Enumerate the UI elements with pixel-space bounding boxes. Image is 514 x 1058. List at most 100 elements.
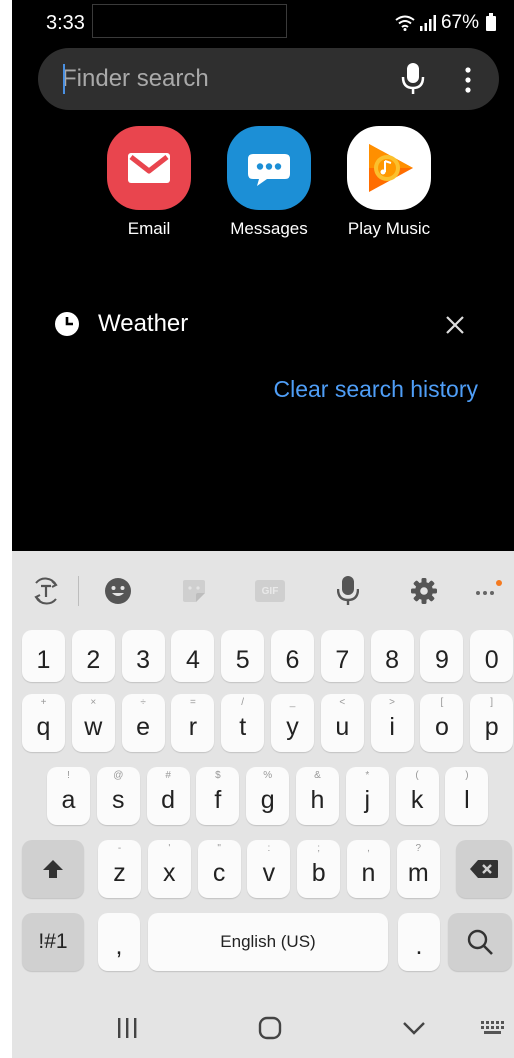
messages-icon: [227, 126, 311, 210]
key-hint: +: [40, 697, 47, 708]
key-hint: %: [263, 770, 273, 781]
key-6[interactable]: 6: [271, 630, 314, 682]
toolbar-divider: [78, 576, 79, 606]
key-hint: #: [165, 770, 171, 781]
symbols-key-label: !#1: [38, 930, 68, 953]
search-key[interactable]: [448, 913, 512, 971]
history-item-label: Weather: [98, 310, 189, 337]
app-email[interactable]: Email: [94, 126, 204, 239]
sticker-icon[interactable]: [178, 575, 210, 607]
shift-key[interactable]: [22, 840, 84, 898]
key-label: p: [484, 712, 499, 741]
key-label: u: [335, 712, 350, 741]
app-messages[interactable]: Messages: [214, 126, 324, 239]
key-b[interactable]: ; b: [297, 840, 341, 898]
key-1[interactable]: 1: [22, 630, 65, 682]
key-o[interactable]: [o: [420, 694, 464, 752]
more-tools-icon[interactable]: [472, 575, 504, 607]
key-hint: _: [289, 697, 296, 708]
email-icon: [107, 126, 191, 210]
key-f[interactable]: $ f: [196, 767, 240, 825]
key-d[interactable]: # d: [146, 767, 190, 825]
home-icon[interactable]: [258, 1016, 282, 1040]
emoji-icon[interactable]: [102, 575, 134, 607]
mic-icon[interactable]: [400, 62, 426, 96]
key-z[interactable]: -z: [98, 840, 141, 898]
key-hint: -: [117, 843, 122, 854]
key-hint: $: [215, 770, 221, 781]
space-key-label: English (US): [220, 932, 316, 951]
key-hint: :: [267, 843, 271, 854]
more-options-icon[interactable]: [458, 66, 478, 94]
key-label: 5: [235, 645, 250, 674]
search-bar: [38, 48, 499, 110]
key-l[interactable]: ) l: [445, 767, 489, 825]
history-item-weather[interactable]: Weather: [12, 300, 514, 350]
key-label: h: [310, 785, 325, 814]
key-5[interactable]: 5: [221, 630, 265, 682]
key-g[interactable]: % g: [246, 767, 290, 825]
key-label: 7: [335, 645, 350, 674]
comma-key[interactable]: ,: [98, 913, 140, 971]
wifi-icon: [395, 15, 415, 31]
key-x[interactable]: ' x: [147, 840, 191, 898]
text-cursor: [63, 64, 65, 94]
battery-percent: 67%: [440, 12, 479, 33]
key-e[interactable]: ÷ e: [121, 694, 165, 752]
key-c[interactable]: " c: [197, 840, 241, 898]
key-label: 2: [86, 645, 101, 674]
clear-search-history-link[interactable]: Clear search history: [273, 376, 478, 403]
key-s[interactable]: @ s: [96, 767, 140, 825]
shift-arrow-icon: [43, 860, 63, 878]
key-label: q: [36, 712, 51, 741]
key-7[interactable]: 7: [320, 630, 364, 682]
key-4[interactable]: 4: [171, 630, 215, 682]
key-label: w: [84, 712, 103, 741]
key-m[interactable]: ? m: [396, 840, 440, 898]
key-9[interactable]: 9: [420, 630, 464, 682]
key-h[interactable]: & h: [296, 767, 339, 825]
key-a[interactable]: ! a: [47, 767, 90, 825]
key-hint: ;: [317, 843, 321, 854]
key-label: 1: [36, 645, 51, 674]
recent-apps-icon[interactable]: [116, 1018, 138, 1038]
key-label: n: [361, 858, 376, 887]
key-q[interactable]: + q: [22, 694, 65, 752]
settings-gear-icon[interactable]: [408, 575, 440, 607]
key-hint: ": [217, 843, 221, 854]
translate-icon[interactable]: [30, 575, 62, 607]
key-y[interactable]: _ y: [271, 694, 314, 752]
key-label: b: [311, 858, 326, 887]
key-hint: ': [168, 843, 171, 854]
app-label: Messages: [230, 219, 308, 238]
period-key[interactable]: .: [398, 913, 440, 971]
key-i[interactable]: > i: [370, 694, 414, 752]
key-hint: >: [389, 697, 396, 708]
key-u[interactable]: < u: [320, 694, 364, 752]
key-j[interactable]: * j: [345, 767, 389, 825]
key-r[interactable]: = r: [171, 694, 215, 752]
key-t[interactable]: / t: [221, 694, 265, 752]
key-3[interactable]: 3: [121, 630, 165, 682]
key-label: x: [163, 858, 176, 887]
keyboard-switch-icon[interactable]: [480, 1020, 506, 1036]
key-k[interactable]: (k: [395, 767, 439, 825]
space-key[interactable]: English (US): [148, 913, 388, 971]
key-n[interactable]: ,n: [347, 840, 390, 898]
key-0[interactable]: 0: [470, 630, 514, 682]
key-2[interactable]: 2: [71, 630, 115, 682]
close-icon[interactable]: [442, 312, 468, 338]
key-w[interactable]: × w: [71, 694, 115, 752]
key-v[interactable]: :v: [247, 840, 291, 898]
key-8[interactable]: 8: [370, 630, 414, 682]
symbols-key[interactable]: !#1: [22, 913, 84, 971]
app-play-music[interactable]: Play Music: [334, 126, 444, 239]
gif-icon[interactable]: GIF: [254, 575, 286, 607]
backspace-key[interactable]: [456, 840, 512, 898]
key-label: i: [389, 712, 395, 741]
chevron-down-icon[interactable]: [402, 1020, 426, 1036]
keyboard-mic-icon[interactable]: [332, 575, 364, 607]
search-input[interactable]: [62, 64, 362, 94]
key-label: t: [239, 712, 247, 741]
key-p[interactable]: ] p: [470, 694, 514, 752]
